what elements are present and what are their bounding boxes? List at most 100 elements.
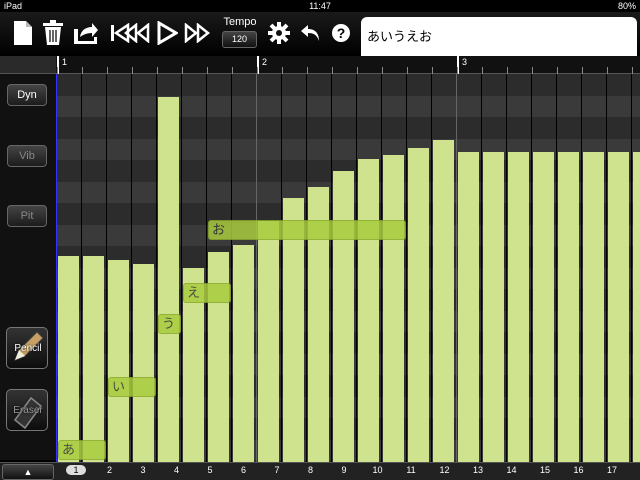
measure-line [456,74,457,462]
eraser-label: Eraser [13,405,43,416]
beat-tick [582,67,583,74]
beat-line [481,74,482,462]
beat-line [506,74,507,462]
beat-tick [282,67,283,74]
beat-line [381,74,382,462]
dynamics-bar[interactable] [383,155,404,462]
tempo-button[interactable]: 120 [222,31,257,48]
beat-tick [357,67,358,74]
beat-tick [157,67,158,74]
beat-tick [607,67,608,74]
beat-tick [207,67,208,74]
dynamics-bar[interactable] [108,260,129,462]
piano-roll-grid[interactable]: あ い うえ お [56,74,640,462]
beat-tick [182,67,183,74]
bar-number[interactable]: 1 [66,465,86,475]
beat-line [356,74,357,462]
bar-number[interactable]: 17 [602,465,622,475]
dynamics-bar[interactable] [633,151,640,462]
note-block[interactable]: え [183,283,231,304]
bottom-bar: ▲ 1 2 3 4 5 6 7 8 9 10 11 12 13 14 15 16 17 [0,462,640,480]
dynamics-bar[interactable] [133,264,154,462]
bar-number[interactable]: 5 [200,465,220,475]
beat-tick [632,67,633,74]
bar-number[interactable]: 6 [234,465,254,475]
dynamics-bar[interactable] [558,151,579,462]
dynamics-bar[interactable] [333,171,354,462]
beat-tick [457,67,458,74]
eraser-tool[interactable]: Eraser [6,389,48,431]
beat-line [631,74,632,462]
bar-number[interactable]: 7 [267,465,287,475]
note-block[interactable]: う [158,314,181,335]
bar-number[interactable]: 11 [401,465,421,475]
export-icon[interactable] [70,18,100,48]
dynamics-bar[interactable] [508,151,529,462]
bar-number[interactable]: 10 [368,465,388,475]
undo-icon[interactable] [296,18,326,48]
measure-number: 1 [62,57,68,67]
dynamics-bar[interactable] [83,256,104,462]
beat-tick [482,67,483,74]
bar-number[interactable]: 12 [435,465,455,475]
dynamics-bar[interactable] [483,151,504,462]
measure-ruler[interactable]: 1 2 3 [56,56,640,74]
pencil-label: Pencil [14,343,42,354]
rewind-icon[interactable] [122,18,152,48]
beat-line [156,74,157,462]
trash-icon[interactable] [38,18,68,48]
dynamics-bar[interactable] [458,151,479,462]
beat-tick [107,67,108,74]
bar-number[interactable]: 2 [100,465,120,475]
beat-tick [57,67,58,74]
help-icon[interactable]: ? [326,18,356,48]
beat-tick [307,67,308,74]
beat-line [581,74,582,462]
beat-tick [407,67,408,74]
play-icon[interactable] [152,18,182,48]
bar-number[interactable]: 8 [301,465,321,475]
beat-line [81,74,82,462]
dyn-button[interactable]: Dyn [7,84,47,106]
status-bar: iPad 11:47 80% [0,0,640,12]
dynamics-bar[interactable] [608,151,629,462]
note-block[interactable]: い [108,377,156,398]
beat-tick [82,67,83,74]
bar-number[interactable]: 4 [167,465,187,475]
beat-line [606,74,607,462]
collapse-up-button[interactable]: ▲ [2,464,54,480]
pit-button[interactable]: Pit [7,205,47,227]
beat-tick [532,67,533,74]
beat-tick [257,67,258,74]
bar-number[interactable]: 14 [502,465,522,475]
clock: 11:47 [309,1,331,11]
beat-line [406,74,407,462]
dynamics-bar[interactable] [358,159,379,462]
bar-number[interactable]: 9 [334,465,354,475]
battery-level: 80% [617,1,636,11]
dynamics-bar[interactable] [433,139,454,462]
note-block[interactable]: あ [58,440,106,460]
fast-forward-icon[interactable] [182,18,212,48]
dynamics-bar[interactable] [583,151,604,462]
dynamics-bar[interactable] [58,256,79,462]
bar-number[interactable]: 13 [468,465,488,475]
pencil-tool[interactable]: Pencil [6,327,48,369]
bar-number[interactable]: 15 [535,465,555,475]
dynamics-bar[interactable] [408,147,429,462]
new-file-icon[interactable] [8,18,38,48]
bar-number[interactable]: 3 [133,465,153,475]
vib-button[interactable]: Vib [7,145,47,167]
beat-line [131,74,132,462]
gear-icon[interactable] [264,18,294,48]
dynamics-bar[interactable] [158,97,179,462]
left-panel-header [0,56,56,74]
svg-text:?: ? [337,25,346,41]
dynamics-bar[interactable] [233,244,254,462]
beat-line [556,74,557,462]
beat-line [331,74,332,462]
dynamics-bar[interactable] [258,221,279,462]
bar-number[interactable]: 16 [569,465,589,475]
note-block[interactable]: お [208,220,406,241]
dynamics-bar[interactable] [533,151,554,462]
